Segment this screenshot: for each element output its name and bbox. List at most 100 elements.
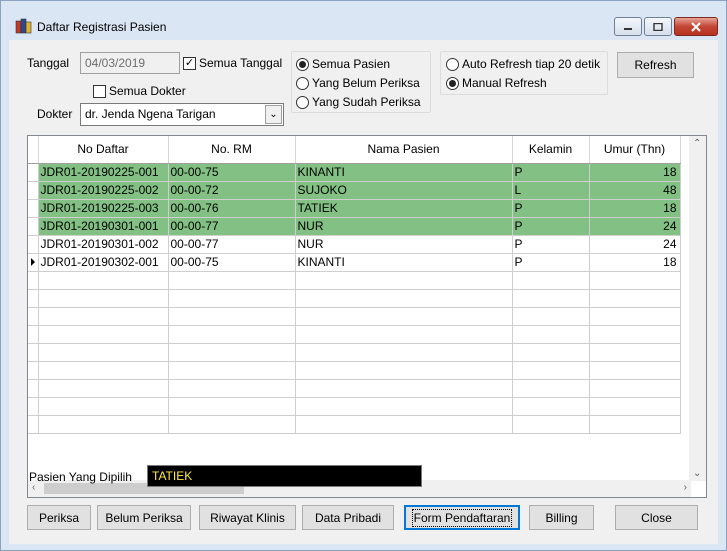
scroll-down-icon[interactable]: ⌄ (693, 468, 701, 479)
radio-auto-refresh[interactable]: Auto Refresh tiap 20 detik (446, 57, 600, 71)
radio-manual-refresh[interactable]: Manual Refresh (446, 76, 547, 90)
cell-no-daftar: JDR01-20190225-003 (38, 199, 169, 218)
empty-cell (38, 289, 169, 308)
row-indicator[interactable] (28, 181, 39, 200)
cell-no-rm: 00-00-76 (168, 199, 296, 218)
empty-row (28, 415, 681, 434)
semua-tanggal-checkbox[interactable]: ✓ Semua Tanggal (183, 56, 282, 70)
button-label: Close (641, 510, 672, 525)
dokter-select-value: dr. Jenda Ngena Tarigan (85, 107, 216, 121)
empty-cell (28, 415, 39, 434)
cell-no-rm: 00-00-77 (168, 235, 296, 254)
table-row[interactable]: JDR01-20190301-002 00-00-77 NUR P 24 (28, 235, 681, 254)
row-indicator[interactable] (28, 253, 39, 272)
empty-cell (295, 271, 513, 290)
button-label: Periksa (38, 510, 79, 525)
column-header-umur[interactable]: Umur (Thn) (589, 136, 681, 164)
chevron-down-icon[interactable]: ⌄ (265, 105, 282, 124)
radio-semua-pasien[interactable]: Semua Pasien (296, 57, 390, 71)
button-label: Belum Periksa (105, 510, 183, 525)
riwayat-klinis-button[interactable]: Riwayat Klinis (199, 505, 296, 530)
close-window-button[interactable] (674, 17, 718, 36)
minimize-icon (624, 27, 632, 30)
empty-cell (168, 325, 296, 344)
table-row[interactable]: JDR01-20190302-001 00-00-75 KINANTI P 18 (28, 253, 681, 272)
radio-indicator (296, 76, 309, 90)
empty-cell (38, 343, 169, 362)
table-row[interactable]: JDR01-20190225-003 00-00-76 TATIEK P 18 (28, 199, 681, 218)
row-indicator[interactable] (28, 217, 39, 236)
empty-cell (38, 379, 169, 398)
empty-cell (589, 307, 681, 326)
empty-cell (168, 289, 296, 308)
periksa-button[interactable]: Periksa (27, 505, 91, 530)
cell-nama-pasien: NUR (295, 217, 513, 236)
data-pribadi-button[interactable]: Data Pribadi (302, 505, 394, 530)
radio-indicator (446, 76, 459, 90)
tanggal-input[interactable]: 04/03/2019 (80, 52, 180, 74)
empty-cell (295, 289, 513, 308)
checkmark-icon: ✓ (184, 56, 195, 69)
form-pendaftaran-button[interactable]: Form Pendaftaran (404, 505, 520, 530)
column-header-nama-pasien[interactable]: Nama Pasien (295, 136, 513, 164)
cell-no-daftar: JDR01-20190301-002 (38, 235, 169, 254)
selected-patient-field: TATIEK (147, 465, 422, 487)
empty-cell (28, 271, 39, 290)
window-title: Daftar Registrasi Pasien (37, 20, 167, 34)
radio-sudah-periksa[interactable]: Yang Sudah Periksa (296, 95, 421, 109)
scroll-up-icon[interactable]: ⌃ (693, 138, 701, 149)
maximize-button[interactable] (644, 17, 672, 36)
radio-belum-periksa[interactable]: Yang Belum Periksa (296, 76, 420, 90)
cell-nama-pasien: SUJOKO (295, 181, 513, 200)
row-indicator[interactable] (28, 235, 39, 254)
radio-label: Auto Refresh tiap 20 detik (462, 57, 601, 71)
registration-grid[interactable]: No Daftar No. RM Nama Pasien Kelamin Umu… (27, 135, 707, 498)
empty-cell (295, 307, 513, 326)
tanggal-label: Tanggal (27, 56, 70, 70)
dokter-select[interactable]: dr. Jenda Ngena Tarigan ⌄ (80, 103, 284, 126)
patient-filter-group: Semua Pasien Yang Belum Periksa Yang Sud… (291, 51, 431, 113)
close-button[interactable]: Close (615, 505, 698, 530)
billing-button[interactable]: Billing (529, 505, 594, 530)
column-header-no-rm[interactable]: No. RM (168, 136, 296, 164)
row-indicator[interactable] (28, 199, 39, 218)
cell-kelamin: P (512, 199, 590, 218)
cell-no-rm: 00-00-75 (168, 163, 296, 182)
table-row[interactable]: JDR01-20190225-002 00-00-72 SUJOKO L 48 (28, 181, 681, 200)
checkbox-box: ✓ (183, 56, 196, 70)
scroll-right-icon[interactable]: › (684, 482, 687, 493)
empty-cell (28, 307, 39, 326)
empty-row (28, 343, 681, 362)
empty-cell (589, 397, 681, 416)
column-header-kelamin[interactable]: Kelamin (512, 136, 590, 164)
empty-cell (295, 361, 513, 380)
registration-window: Daftar Registrasi Pasien Tanggal 04/03/2… (0, 0, 727, 551)
empty-cell (589, 379, 681, 398)
column-header-no-daftar[interactable]: No Daftar (38, 136, 169, 164)
table-row[interactable]: JDR01-20190301-001 00-00-77 NUR P 24 (28, 217, 681, 236)
button-label: Riwayat Klinis (210, 510, 285, 525)
empty-cell (512, 379, 590, 398)
cell-no-daftar: JDR01-20190302-001 (38, 253, 169, 272)
semua-dokter-checkbox[interactable]: Semua Dokter (93, 84, 186, 98)
row-indicator[interactable] (28, 163, 39, 182)
minimize-button[interactable] (614, 17, 642, 36)
table-row[interactable]: JDR01-20190225-001 00-00-75 KINANTI P 18 (28, 163, 681, 182)
empty-cell (512, 415, 590, 434)
refresh-button[interactable]: Refresh (617, 52, 694, 78)
title-bar[interactable]: Daftar Registrasi Pasien (1, 1, 726, 36)
vertical-scrollbar[interactable]: ⌃ ⌄ (689, 136, 706, 481)
cell-no-daftar: JDR01-20190225-001 (38, 163, 169, 182)
belum-periksa-button[interactable]: Belum Periksa (97, 505, 191, 530)
empty-cell (512, 289, 590, 308)
cell-no-rm: 00-00-77 (168, 217, 296, 236)
empty-row (28, 379, 681, 398)
empty-cell (295, 397, 513, 416)
empty-cell (589, 343, 681, 362)
cell-umur: 18 (589, 199, 681, 218)
semua-dokter-label: Semua Dokter (109, 84, 186, 98)
cell-umur: 18 (589, 163, 681, 182)
radio-indicator (296, 95, 309, 109)
empty-cell (168, 397, 296, 416)
empty-cell (38, 361, 169, 380)
